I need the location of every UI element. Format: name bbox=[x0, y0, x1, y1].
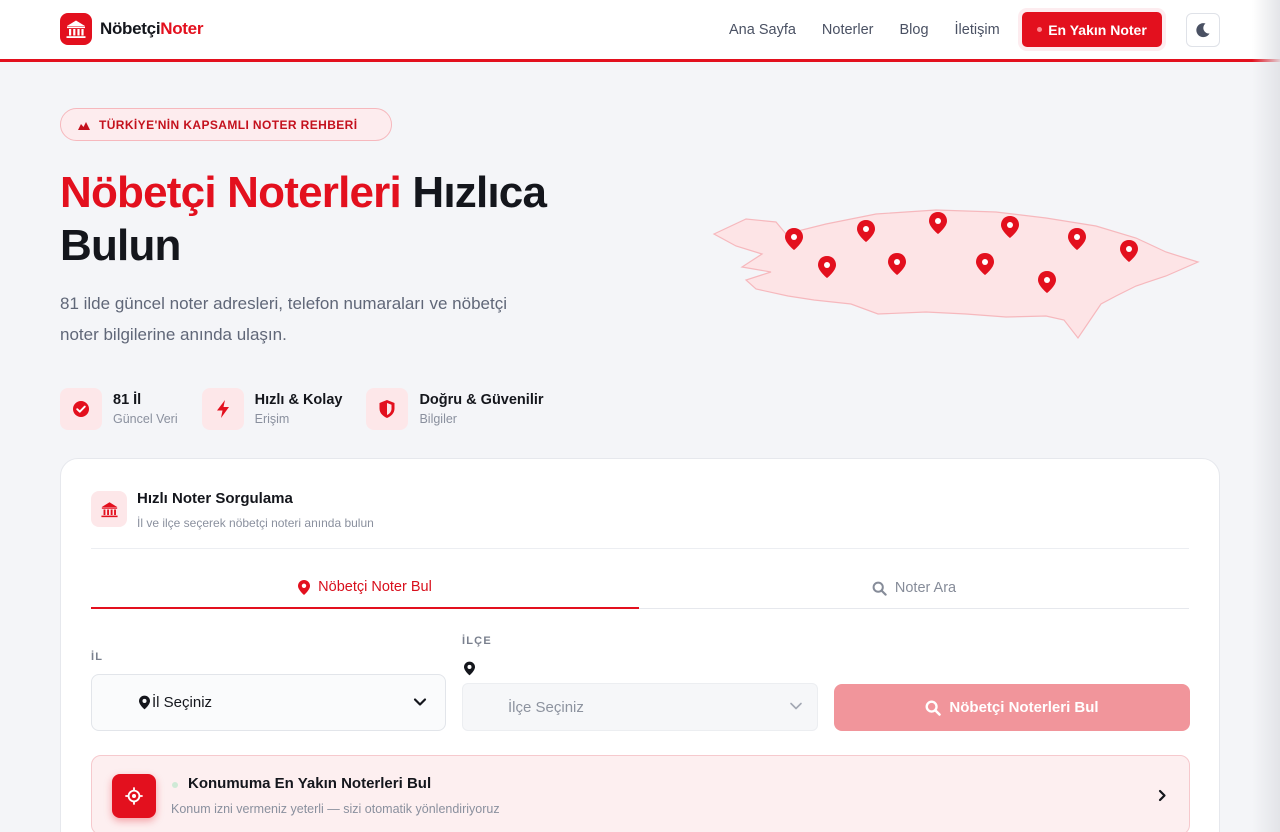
site-logo[interactable]: NöbetçiNoter bbox=[60, 13, 203, 45]
find-duty-notaries-button-label: Nöbetçi Noterleri Bul bbox=[949, 699, 1099, 716]
chevron-down-icon bbox=[790, 702, 802, 710]
feature-subtitle: Erişim bbox=[254, 412, 290, 426]
logo-text-part2: Noter bbox=[160, 19, 204, 38]
courthouse-icon bbox=[60, 13, 92, 45]
nearest-notaries-subtitle: Konum izni vermeniz yeterli — sizi otoma… bbox=[171, 802, 500, 816]
lightning-icon bbox=[201, 388, 244, 430]
province-select[interactable]: İl Seçiniz bbox=[91, 674, 446, 731]
nearest-notary-button-label: En Yakın Noter bbox=[1048, 21, 1147, 38]
find-duty-notaries-button[interactable]: Nöbetçi Noterleri Bul bbox=[834, 684, 1190, 731]
main-nav: Ana Sayfa Noterler Blog İletişim bbox=[729, 0, 1026, 60]
hero-title: Nöbetçi Noterleri Hızlıca Bulun bbox=[60, 166, 620, 272]
feature-item: Hızlı & Kolay Erişim bbox=[201, 388, 343, 430]
card-divider bbox=[91, 548, 1189, 549]
province-select-value: İl Seçiniz bbox=[152, 694, 213, 711]
map-pin-icon bbox=[464, 661, 475, 676]
card-header: Hızlı Noter Sorgulama İl ve ilçe seçerek… bbox=[91, 489, 374, 530]
check-circle-icon bbox=[60, 388, 102, 430]
nearest-notary-button[interactable]: En Yakın Noter bbox=[1022, 12, 1162, 47]
card-title: Hızlı Noter Sorgulama bbox=[137, 490, 293, 507]
hero-subtitle: 81 ilde güncel noter adresleri, telefon … bbox=[60, 294, 507, 344]
nearest-notaries-title: Konumuma En Yakın Noterleri Bul bbox=[188, 775, 432, 792]
nav-link-home[interactable]: Ana Sayfa bbox=[729, 22, 796, 38]
feature-title: 81 İl bbox=[113, 392, 142, 408]
hero-badge: TÜRKİYE'NİN KAPSAMLI NOTER REHBERİ bbox=[60, 108, 392, 141]
search-icon bbox=[872, 581, 887, 596]
chevron-right-icon bbox=[1158, 789, 1166, 802]
search-icon bbox=[925, 700, 942, 716]
province-label: İL bbox=[91, 651, 104, 663]
logo-text: NöbetçiNoter bbox=[100, 19, 203, 39]
nav-link-contact[interactable]: İletişim bbox=[955, 22, 1000, 38]
district-select-value: İlçe Seçiniz bbox=[508, 698, 584, 716]
map-pin-icon bbox=[139, 695, 150, 710]
courthouse-icon bbox=[91, 491, 127, 527]
tab-label: Nöbetçi Noter Bul bbox=[318, 579, 432, 595]
feature-subtitle: Bilgiler bbox=[419, 412, 457, 426]
district-label: İLÇE bbox=[462, 635, 492, 647]
feature-item: 81 İl Güncel Veri bbox=[60, 388, 178, 430]
crosshair-icon bbox=[112, 774, 156, 818]
feature-title: Hızlı & Kolay bbox=[254, 392, 343, 408]
page-edge-shadow bbox=[1252, 0, 1280, 832]
feature-list: 81 İl Güncel Veri Hızlı & Kolay Erişim D… bbox=[60, 388, 568, 430]
moon-icon bbox=[1196, 23, 1210, 38]
site-header: NöbetçiNoter Ana Sayfa Noterler Blog İle… bbox=[0, 0, 1280, 62]
nav-link-notaries[interactable]: Noterler bbox=[822, 22, 874, 38]
turkey-map-illustration bbox=[712, 209, 1200, 340]
tab-notary-search[interactable]: Noter Ara bbox=[639, 567, 1189, 609]
nearest-notaries-banner[interactable]: Konumuma En Yakın Noterleri Bul Konum iz… bbox=[91, 755, 1190, 832]
card-subtitle: İl ve ilçe seçerek nöbetçi noteri anında… bbox=[137, 516, 374, 530]
hero-badge-text: TÜRKİYE'NİN KAPSAMLI NOTER REHBERİ bbox=[99, 117, 358, 132]
tab-label: Noter Ara bbox=[894, 580, 957, 596]
district-select[interactable]: İlçe Seçiniz bbox=[462, 683, 818, 731]
map-pin-icon bbox=[298, 579, 311, 595]
pulse-dot-icon bbox=[1037, 27, 1043, 32]
nav-link-blog[interactable]: Blog bbox=[900, 22, 929, 38]
chevron-down-icon bbox=[413, 698, 427, 706]
quick-search-card: Hızlı Noter Sorgulama İl ve ilçe seçerek… bbox=[60, 458, 1220, 832]
landmark-icon bbox=[78, 121, 90, 130]
status-dot-icon bbox=[172, 782, 178, 788]
hero-title-highlight: Nöbetçi Noterleri bbox=[60, 168, 402, 217]
feature-title: Doğru & Güvenilir bbox=[419, 392, 544, 408]
tab-duty-notary[interactable]: Nöbetçi Noter Bul bbox=[91, 567, 639, 609]
search-tabs: Nöbetçi Noter Bul Noter Ara bbox=[91, 567, 1189, 609]
feature-item: Doğru & Güvenilir Bilgiler bbox=[366, 388, 544, 430]
logo-text-part1: Nöbetçi bbox=[100, 19, 161, 38]
theme-toggle-button[interactable] bbox=[1186, 13, 1220, 47]
feature-subtitle: Güncel Veri bbox=[113, 412, 178, 426]
shield-icon bbox=[366, 388, 409, 430]
